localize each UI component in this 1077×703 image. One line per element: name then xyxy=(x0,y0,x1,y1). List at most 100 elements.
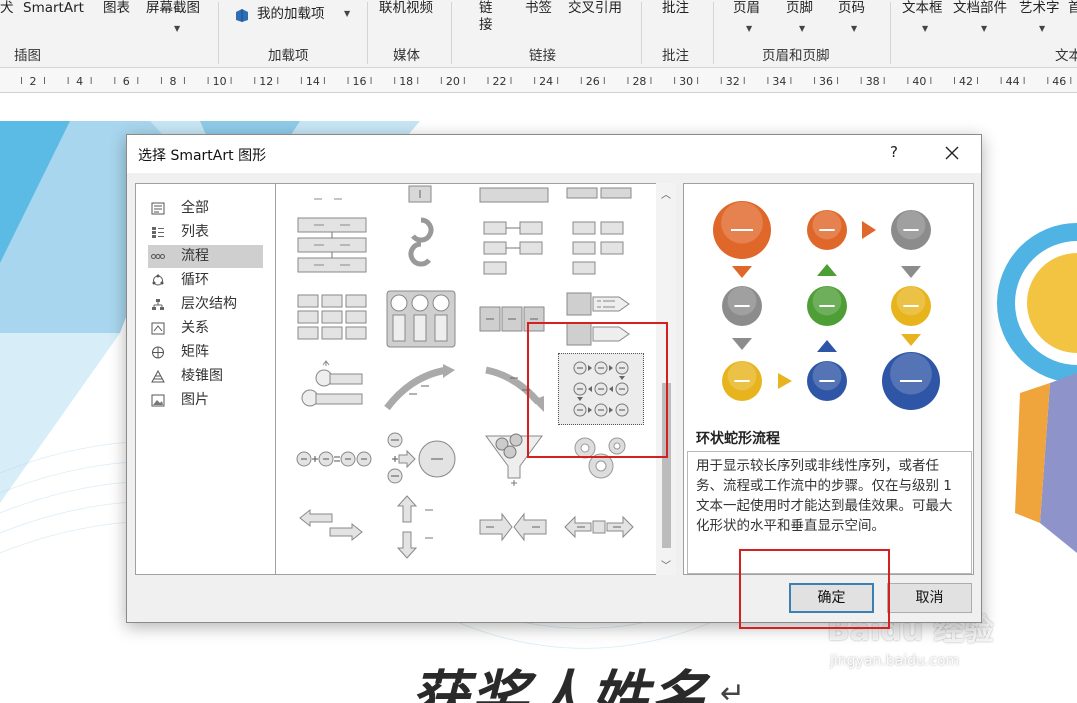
layout-tile[interactable] xyxy=(294,214,372,280)
circle-highlight xyxy=(890,352,932,395)
ruler-number: 46 xyxy=(1052,75,1066,88)
ribbon-my-addins-button[interactable]: 我的加载项 ▼ xyxy=(234,6,350,22)
ok-button[interactable]: 确定 xyxy=(789,583,874,613)
ribbon-smartart-button[interactable]: SmartArt xyxy=(23,0,84,16)
ruler-number: 14 xyxy=(306,75,320,88)
ribbon-textbox-button[interactable]: 文本框 ▼ xyxy=(902,0,943,33)
layout-tile[interactable] xyxy=(561,426,639,492)
ruler-number: 6 xyxy=(123,75,130,88)
scrollbar-thumb[interactable] xyxy=(662,383,671,548)
gallery-scrollbar[interactable]: ︿ ﹀ xyxy=(656,183,676,575)
layout-tile[interactable] xyxy=(381,287,459,353)
relationship-icon xyxy=(151,322,165,335)
group-label-media: 媒体 xyxy=(393,48,420,64)
ribbon-header-button[interactable]: 页眉 ▼ xyxy=(733,0,760,33)
chevron-down-icon: ▼ xyxy=(344,9,351,18)
all-icon xyxy=(151,202,165,215)
ribbon-quick-parts-button[interactable]: 文档部件 ▼ xyxy=(953,0,1007,33)
layout-tile[interactable] xyxy=(381,494,459,560)
chevron-down-icon: ▼ xyxy=(746,24,753,33)
category-relationship[interactable]: 关系 xyxy=(148,317,263,340)
ruler-number: 16 xyxy=(353,75,367,88)
ribbon-dropcap-partial[interactable]: 首 xyxy=(1068,0,1077,16)
layout-tile[interactable] xyxy=(476,214,554,280)
layout-tile[interactable] xyxy=(561,184,639,210)
cycle-icon xyxy=(152,274,164,286)
circle-highlight xyxy=(727,286,757,316)
chevron-down-icon: ▼ xyxy=(799,24,806,33)
layout-tile[interactable] xyxy=(476,356,554,422)
layout-tile[interactable] xyxy=(476,494,554,560)
ribbon-shapes-partial[interactable]: 犬 xyxy=(0,0,14,16)
ruler-ticks: 2 4 6 8 10 12 14 16 18 20 22 24 26 28 30 32 34 36 38 40 42 44… xyxy=(21,75,1072,88)
category-list-item[interactable]: 列表 xyxy=(148,221,263,244)
chevron-down-icon: ▼ xyxy=(981,24,988,33)
layout-thumbnail-icon xyxy=(479,512,547,542)
circle-highlight xyxy=(721,201,763,244)
layout-tile[interactable] xyxy=(381,356,459,422)
layout-thumbnail-icon xyxy=(566,292,630,346)
horizontal-ruler[interactable]: 2 4 6 8 10 12 14 16 18 20 22 24 26 28 30 32 34 36 38 40 42 44… xyxy=(0,68,1077,93)
layout-thumbnail-icon xyxy=(387,432,456,484)
circle-highlight xyxy=(896,210,926,240)
dialog-titlebar[interactable]: 选择 SmartArt 图形 ? xyxy=(127,135,981,173)
ruler-number: 24 xyxy=(539,75,553,88)
layout-name: 环状蛇形流程 xyxy=(696,431,780,447)
layout-thumbnail-icon xyxy=(301,360,363,407)
category-picture[interactable]: 图片 xyxy=(148,389,263,412)
category-process[interactable]: 流程 xyxy=(148,245,263,268)
layout-tile[interactable] xyxy=(561,214,639,280)
preview-arrow xyxy=(901,334,921,346)
ribbon-online-video-button[interactable]: 联机视频 xyxy=(379,0,433,16)
layout-tile[interactable] xyxy=(476,287,554,353)
category-all[interactable]: 全部 xyxy=(148,197,263,220)
category-matrix[interactable]: 矩阵 xyxy=(148,341,263,364)
ruler-number: 42 xyxy=(959,75,973,88)
layout-tile[interactable] xyxy=(294,287,372,353)
divider xyxy=(641,2,642,64)
layout-tile[interactable] xyxy=(381,214,459,280)
ruler-number: 28 xyxy=(632,75,646,88)
ruler-number: 18 xyxy=(399,75,413,88)
chevron-down-icon: ▼ xyxy=(174,24,181,33)
divider xyxy=(218,2,219,64)
ribbon-page-number-button[interactable]: 页码 ▼ xyxy=(838,0,865,33)
ribbon-bookmark-button[interactable]: 书签 xyxy=(525,0,552,16)
layout-tile[interactable] xyxy=(476,426,554,492)
category-pyramid[interactable]: 棱锥图 xyxy=(148,365,263,388)
layout-tile[interactable] xyxy=(294,426,372,492)
scroll-down-icon[interactable]: ﹀ xyxy=(661,557,671,572)
ribbon-comment-button[interactable]: 批注 xyxy=(662,0,689,16)
layout-tile[interactable] xyxy=(381,426,459,492)
layout-tile[interactable] xyxy=(476,184,554,210)
category-cycle[interactable]: 循环 xyxy=(148,269,263,292)
layout-thumbnail-icon xyxy=(479,306,545,332)
ribbon-screenshot-button[interactable]: 屏幕截图 ▼ xyxy=(146,0,200,33)
cancel-button[interactable]: 取消 xyxy=(887,583,972,613)
layout-tile[interactable] xyxy=(381,184,459,210)
layout-thumbnail-icon xyxy=(396,495,433,559)
preview-arrow xyxy=(778,373,792,389)
layout-description: 用于显示较长序列或非线性序列，或者任务、流程或工作流中的步骤。仅在与级别 1 文… xyxy=(687,451,972,574)
close-button[interactable] xyxy=(939,140,965,166)
layout-tile[interactable] xyxy=(561,287,639,353)
ribbon-footer-button[interactable]: 页脚 ▼ xyxy=(786,0,813,33)
group-label-header-footer: 页眉和页脚 xyxy=(762,48,830,64)
ribbon-cross-reference-button[interactable]: 交叉引用 xyxy=(568,0,622,16)
ruler-number: 12 xyxy=(259,75,273,88)
scroll-up-icon[interactable]: ︿ xyxy=(661,186,671,201)
layout-thumbnail-icon xyxy=(386,290,456,348)
layout-tile[interactable] xyxy=(294,356,372,422)
layout-tile[interactable] xyxy=(294,494,372,560)
layout-thumbnail-icon xyxy=(297,217,367,273)
category-hierarchy[interactable]: 层次结构 xyxy=(148,293,263,316)
layout-tile[interactable] xyxy=(561,494,639,560)
ribbon-chart-button[interactable]: 图表 xyxy=(103,0,130,16)
ribbon-wordart-button[interactable]: 艺术字 ▼ xyxy=(1019,0,1060,33)
selected-layout-tile[interactable] xyxy=(558,353,644,425)
ruler-number: 2 xyxy=(30,75,37,88)
ruler-number: 36 xyxy=(819,75,833,88)
layout-tile[interactable] xyxy=(294,184,372,210)
ribbon-link-button[interactable]: 链 接 xyxy=(479,0,495,34)
help-button[interactable]: ? xyxy=(882,143,906,165)
